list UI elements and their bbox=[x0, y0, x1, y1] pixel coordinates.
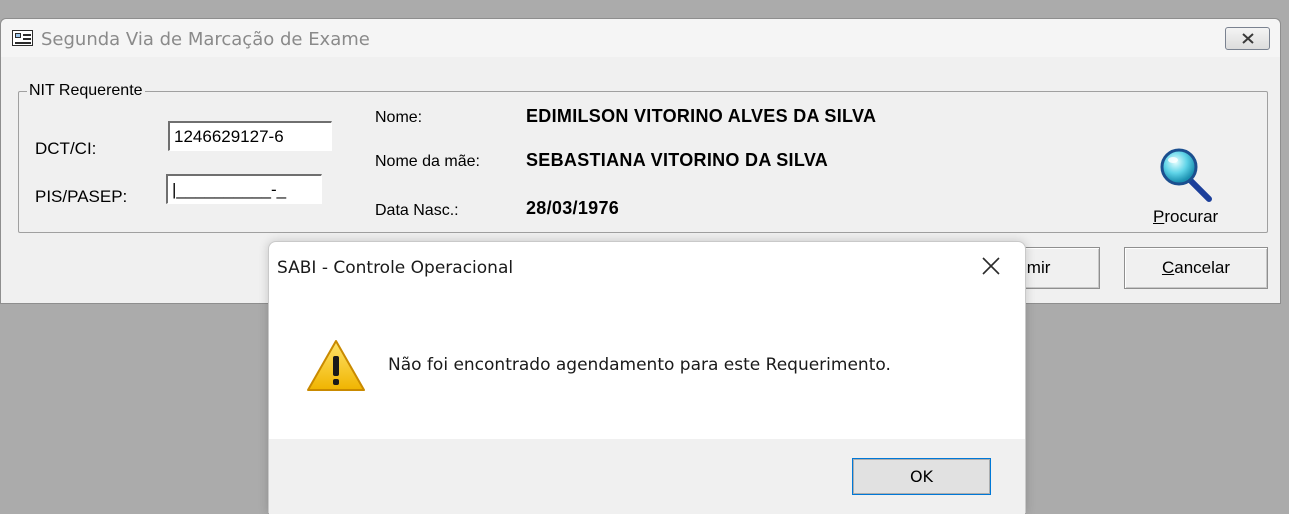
dialog-title: SABI - Controle Operacional bbox=[277, 258, 514, 278]
nasc-label: Data Nasc.: bbox=[375, 202, 459, 219]
pis-label: PIS/PASEP: bbox=[35, 187, 128, 206]
nome-value: EDIMILSON VITORINO ALVES DA SILVA bbox=[526, 106, 877, 126]
procurar-button[interactable]: Procurar bbox=[1149, 147, 1247, 243]
main-titlebar[interactable]: Segunda Via de Marcação de Exame bbox=[1, 19, 1280, 57]
close-icon bbox=[1242, 33, 1254, 44]
nome-label: Nome: bbox=[375, 109, 423, 126]
window-title: Segunda Via de Marcação de Exame bbox=[41, 29, 370, 50]
warning-triangle-icon bbox=[307, 340, 365, 391]
message-dialog: SABI - Controle Operacional Não foi enco… bbox=[268, 241, 1026, 514]
group-label: NIT Requerente bbox=[27, 82, 145, 100]
pis-input[interactable] bbox=[166, 174, 322, 204]
ok-button[interactable]: OK bbox=[852, 458, 991, 495]
cancelar-button[interactable]: Cancelar bbox=[1124, 247, 1268, 289]
mae-value: SEBASTIANA VITORINO DA SILVA bbox=[526, 150, 829, 170]
procurar-label: Procurar bbox=[1153, 207, 1219, 226]
magnifier-icon bbox=[1160, 148, 1212, 202]
mae-label: Nome da mãe: bbox=[375, 153, 480, 170]
main-close-button[interactable] bbox=[1225, 27, 1270, 50]
form-card-icon bbox=[12, 30, 33, 46]
dialog-message: Não foi encontrado agendamento para este… bbox=[388, 355, 891, 375]
dialog-footer: OK bbox=[269, 439, 1025, 514]
dialog-titlebar[interactable]: SABI - Controle Operacional bbox=[269, 242, 1025, 290]
dct-label: DCT/CI: bbox=[35, 139, 97, 158]
dct-input[interactable] bbox=[168, 121, 332, 151]
close-icon[interactable] bbox=[980, 255, 1002, 277]
nasc-value: 28/03/1976 bbox=[526, 198, 620, 218]
